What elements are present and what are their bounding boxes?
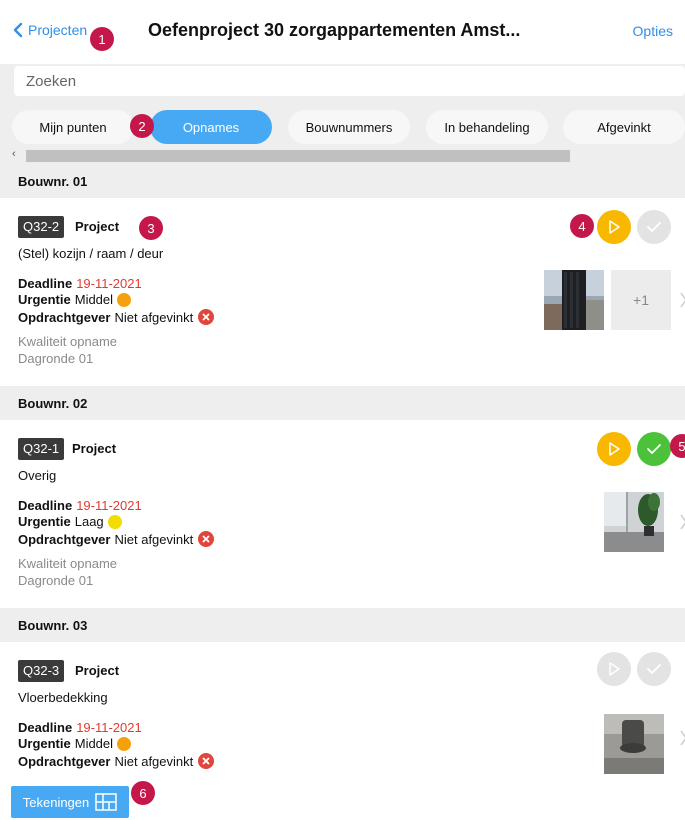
deadline-label: Deadline	[18, 276, 73, 291]
search-bar	[0, 64, 685, 104]
page-title: Oefenproject 30 zorgappartementen Amst..…	[148, 20, 521, 40]
start-button[interactable]	[597, 432, 631, 466]
start-button[interactable]	[597, 210, 631, 244]
drawings-label: Tekeningen	[22, 794, 90, 810]
list-item[interactable]: Q32-1 Project Overig Deadline 19-11-2021 …	[0, 420, 685, 606]
check-button[interactable]	[637, 652, 671, 686]
section-heading: Bouwnr. 01	[0, 164, 685, 198]
client-label: Opdrachtgever	[18, 753, 111, 769]
client-status: Niet afgevinkt	[114, 753, 194, 769]
deadline-value: 19-11-2021	[76, 498, 142, 513]
chevron-right-icon	[680, 514, 685, 530]
annotation-badge: 1	[90, 27, 114, 51]
scroll-thumb[interactable]	[26, 150, 570, 162]
section-heading: Bouwnr. 02	[0, 386, 685, 420]
urgency-label: Urgentie	[18, 736, 71, 751]
item-code: Q32-1	[18, 438, 65, 460]
x-circle-icon	[198, 531, 215, 547]
chevron-left-icon	[13, 22, 23, 38]
deadline-row: Deadline 19-11-2021	[18, 720, 142, 735]
item-round: Dagronde 01	[18, 351, 94, 366]
photo-thumbnail[interactable]	[604, 714, 664, 774]
play-icon	[609, 220, 620, 234]
start-button[interactable]	[597, 652, 631, 686]
item-code: Q32-3	[18, 660, 65, 682]
urgency-dot	[107, 514, 122, 529]
item-round: Dagronde 01	[18, 573, 94, 588]
horizontal-scrollbar[interactable]: ‹	[12, 148, 685, 162]
annotation-badge: 2	[130, 114, 154, 138]
photo-thumbnail[interactable]	[604, 492, 664, 552]
check-icon	[647, 222, 661, 232]
scroll-left-arrow[interactable]: ‹	[12, 148, 16, 160]
back-label: Projecten	[28, 22, 88, 38]
deadline-label: Deadline	[18, 720, 73, 735]
deadline-value: 19-11-2021	[76, 720, 142, 735]
urgency-dot	[117, 736, 132, 751]
urgency-value: Laag	[74, 514, 104, 529]
search-input[interactable]	[14, 66, 685, 96]
chevron-right-icon	[680, 292, 685, 308]
urgency-value: Middel	[74, 736, 114, 751]
item-subtitle: Overig	[18, 468, 57, 483]
annotation-badge: 3	[139, 216, 163, 240]
item-subtitle: Vloerbedekking	[18, 690, 108, 705]
client-row: Opdrachtgever Niet afgevinkt	[18, 531, 215, 547]
tab-in-behandeling[interactable]: In behandeling	[426, 110, 548, 144]
annotation-badge: 6	[131, 781, 155, 805]
item-category: Kwaliteit opname	[18, 556, 117, 571]
bottom-bar: Tekeningen	[0, 774, 685, 820]
deadline-value: 19-11-2021	[76, 276, 142, 291]
urgency-value: Middel	[74, 292, 114, 307]
annotation-badge: 4	[570, 214, 594, 238]
tab-afgevinkt[interactable]: Afgevinkt	[563, 110, 685, 144]
urgency-dot	[117, 292, 132, 307]
list-item[interactable]: Q32-3 Project Vloerbedekking Deadline 19-…	[0, 642, 685, 774]
item-category: Kwaliteit opname	[18, 334, 117, 349]
more-photos[interactable]: +1	[611, 270, 671, 330]
tab-mijn-punten[interactable]: Mijn punten	[12, 110, 134, 144]
urgency-row: Urgentie Middel	[18, 736, 132, 751]
drawing-grid-icon	[95, 793, 117, 811]
play-icon	[609, 442, 620, 456]
options-button[interactable]: Opties	[633, 23, 673, 39]
client-label: Opdrachtgever	[18, 531, 111, 547]
play-icon	[609, 662, 620, 676]
item-type: Project	[75, 663, 120, 678]
urgency-row: Urgentie Middel	[18, 292, 132, 307]
deadline-row: Deadline 19-11-2021	[18, 276, 142, 291]
item-type: Project	[72, 441, 117, 456]
chevron-right-icon	[680, 730, 685, 746]
check-icon	[647, 444, 661, 454]
check-icon	[647, 664, 661, 674]
x-circle-icon	[198, 309, 215, 325]
client-status: Niet afgevinkt	[114, 309, 194, 325]
urgency-row: Urgentie Laag	[18, 514, 122, 529]
item-subtitle: (Stel) kozijn / raam / deur	[18, 246, 164, 261]
client-status: Niet afgevinkt	[114, 531, 194, 547]
check-button[interactable]	[637, 432, 671, 466]
tab-bouwnummers[interactable]: Bouwnummers	[288, 110, 410, 144]
deadline-row: Deadline 19-11-2021	[18, 498, 142, 513]
item-type: Project	[75, 219, 120, 234]
item-code: Q32-2	[18, 216, 65, 238]
x-circle-icon	[198, 753, 215, 769]
photo-thumbnail[interactable]	[544, 270, 604, 330]
check-button[interactable]	[637, 210, 671, 244]
drawings-button[interactable]: Tekeningen	[11, 786, 129, 818]
client-label: Opdrachtgever	[18, 309, 111, 325]
client-row: Opdrachtgever Niet afgevinkt	[18, 753, 215, 769]
client-row: Opdrachtgever Niet afgevinkt	[18, 309, 215, 325]
section-heading: Bouwnr. 03	[0, 608, 685, 642]
filter-tabs: Mijn punten Opnames Bouwnummers In behan…	[0, 104, 685, 164]
urgency-label: Urgentie	[18, 514, 71, 529]
tab-opnames[interactable]: Opnames	[150, 110, 272, 144]
back-button[interactable]: Projecten	[12, 22, 87, 38]
deadline-label: Deadline	[18, 498, 73, 513]
urgency-label: Urgentie	[18, 292, 71, 307]
